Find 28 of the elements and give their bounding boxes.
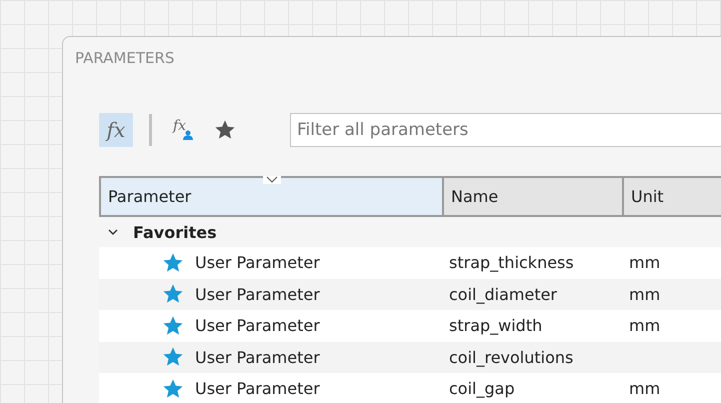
- table-cell: coil_revolutions: [449, 348, 574, 367]
- table-cell: User Parameter: [195, 284, 320, 304]
- table-cell: User Parameter: [195, 348, 320, 367]
- table-cell: User Parameter: [195, 379, 320, 398]
- all-parameters-button[interactable]: fx: [99, 113, 133, 147]
- star-icon[interactable]: [162, 283, 184, 306]
- table-cell: strap_thickness: [449, 253, 574, 272]
- star-icon[interactable]: [162, 346, 184, 368]
- table-cell: coil_diameter: [449, 284, 558, 304]
- star-icon: [214, 119, 236, 141]
- table-cell: mm: [629, 284, 660, 304]
- star-icon[interactable]: [162, 378, 184, 400]
- table-cell: User Parameter: [195, 316, 320, 336]
- table-cell: mm: [629, 316, 660, 336]
- column-header[interactable]: Parameter: [99, 178, 444, 217]
- star-icon[interactable]: [162, 314, 184, 337]
- table-cell: mm: [629, 379, 660, 398]
- sort-caret-icon: [263, 176, 281, 184]
- column-header[interactable]: Unit: [624, 178, 721, 217]
- table-cell: mm: [629, 253, 660, 272]
- table-cell: strap_width: [449, 316, 542, 336]
- table-cell: coil_gap: [449, 379, 515, 398]
- column-header[interactable]: Name: [444, 178, 624, 217]
- table-cell: User Parameter: [195, 253, 320, 272]
- star-icon[interactable]: [162, 252, 184, 274]
- user-parameters-button[interactable]: fx: [166, 113, 200, 147]
- group-label: Favorites: [133, 222, 217, 242]
- filter-field[interactable]: Filter all parameters: [290, 113, 721, 147]
